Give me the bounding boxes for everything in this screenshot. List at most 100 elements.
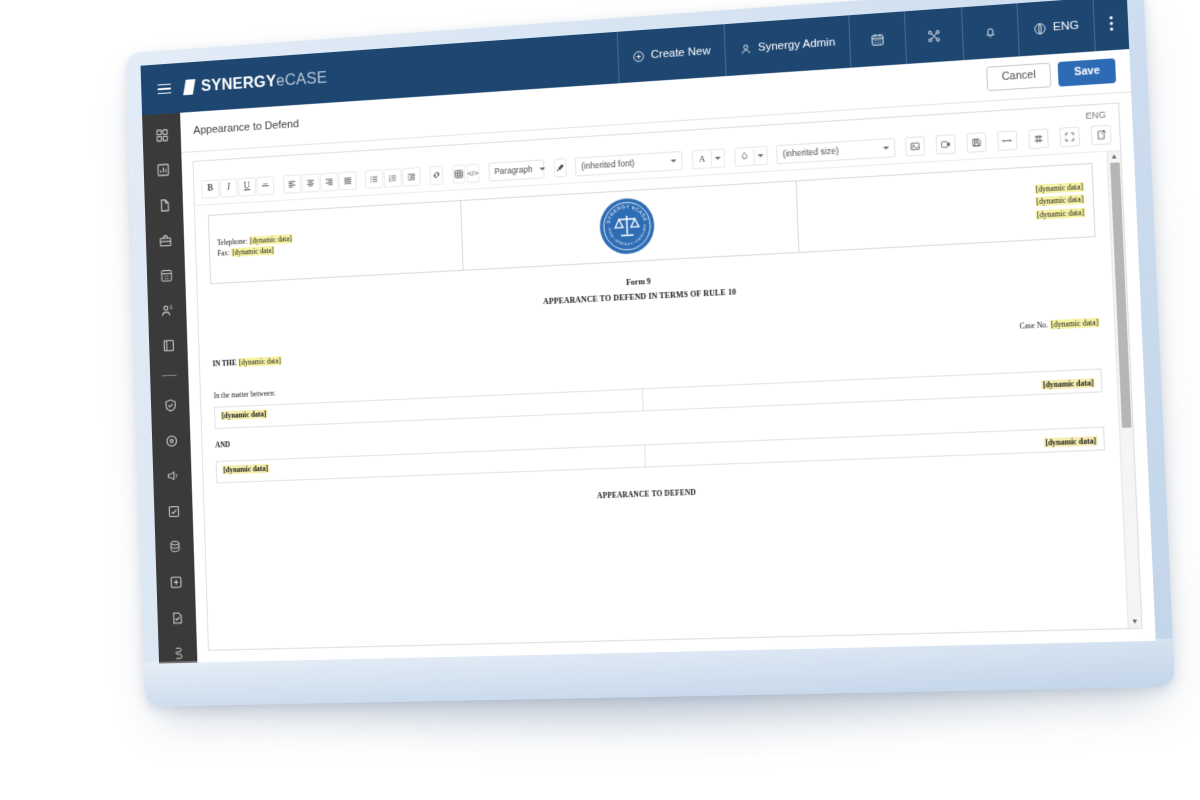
highlight-color-control: [733, 145, 768, 167]
align-left-button[interactable]: [282, 174, 301, 194]
globe-icon: [1033, 21, 1047, 35]
case-number-block: Case No. [dynamic data]: [1019, 317, 1100, 331]
letterhead-line: [dynamic data]: [805, 194, 1085, 223]
in-the-value: [dynamic data]: [237, 355, 282, 367]
nav-calendar[interactable]: [848, 11, 907, 68]
insert-video-button[interactable]: [935, 133, 956, 155]
party-one-table: [dynamic data] [dynamic data]: [214, 368, 1102, 429]
font-size-select[interactable]: (inherited size): [776, 137, 896, 164]
document-scroll-area: Telephone: [dynamic data] Fax: [dynamic …: [195, 150, 1142, 650]
letterhead-line: [dynamic data]: [806, 207, 1086, 235]
calendar-icon: [870, 32, 885, 47]
fax-value: [dynamic data]: [231, 245, 275, 257]
scrollbar-track[interactable]: [1108, 160, 1141, 619]
scroll-up-arrow-icon[interactable]: ▲: [1110, 153, 1118, 161]
in-the-label: IN THE: [212, 358, 237, 368]
paragraph-style-select[interactable]: Paragraph: [488, 159, 545, 182]
link-button[interactable]: [429, 165, 444, 185]
main-content: Appearance to Defend Cancel Save ENG B I…: [180, 49, 1156, 663]
font-family-select[interactable]: (inherited font): [575, 150, 684, 177]
sidebar-item-database[interactable]: [164, 537, 185, 558]
scene: SYNERGYeCASE Create New Synergy Admin EN…: [0, 0, 1200, 800]
export-button[interactable]: [1090, 124, 1112, 146]
insert-table-button[interactable]: [451, 164, 465, 184]
sidebar-item-archive[interactable]: [168, 643, 189, 663]
chevron-down-icon: [539, 167, 545, 171]
cancel-button[interactable]: Cancel: [985, 62, 1052, 91]
case-no-label: Case No.: [1019, 319, 1049, 331]
special-character-button[interactable]: [1028, 128, 1049, 149]
insert-image-button[interactable]: [904, 135, 926, 157]
scroll-down-arrow-icon[interactable]: ▼: [1131, 618, 1139, 625]
party-one-role-cell: [dynamic data]: [642, 368, 1102, 411]
underline-button[interactable]: U: [237, 176, 256, 197]
strikethrough-button[interactable]: [256, 175, 275, 196]
rich-text-editor: ENG B I U </> Paragraph (inherited font)…: [192, 102, 1143, 651]
letterhead-line-2: [dynamic data]: [1035, 194, 1085, 207]
letterhead-line-1: [dynamic data]: [1034, 181, 1085, 194]
horizontal-rule-button[interactable]: [997, 130, 1018, 151]
document-scrollbar[interactable]: ▲ ▼: [1106, 150, 1142, 629]
sidebar-item-library[interactable]: [158, 336, 179, 357]
brand-light-text: eCASE: [275, 68, 328, 90]
letterhead-address-cell: [dynamic data] [dynamic data] [dynamic d…: [795, 163, 1096, 253]
nav-language-label: ENG: [1052, 19, 1080, 34]
bullet-list-button[interactable]: [365, 169, 384, 189]
sidebar-item-announcements[interactable]: [162, 466, 183, 487]
court-and-case-row: IN THE [dynamic data] Case No. [dynamic …: [212, 317, 1100, 368]
logo-text: SYNERGYeCASE: [201, 68, 328, 95]
sidebar-item-compliance[interactable]: [160, 395, 181, 416]
sidebar-item-reports[interactable]: [153, 160, 174, 181]
party-one-role: [dynamic data]: [1041, 377, 1095, 390]
sidebar-item-settings[interactable]: [161, 430, 182, 451]
letterhead-line-3: [dynamic data]: [1035, 207, 1086, 220]
nav-notifications[interactable]: [961, 3, 1019, 61]
sidebar-item-add-new[interactable]: [165, 572, 186, 593]
highlight-color-button[interactable]: [733, 146, 754, 167]
letterhead-line: [dynamic data]: [805, 180, 1085, 209]
app-body: Appearance to Defend Cancel Save ENG B I…: [142, 49, 1156, 664]
sidebar-item-organisation[interactable]: [155, 230, 176, 251]
indent-button[interactable]: [402, 166, 422, 187]
nav-user-account[interactable]: Synergy Admin: [723, 15, 851, 77]
nav-create-new[interactable]: Create New: [616, 24, 726, 84]
sidebar-item-dashboard[interactable]: [151, 125, 172, 146]
align-right-button[interactable]: [319, 171, 338, 192]
scrollbar-thumb[interactable]: [1110, 161, 1132, 428]
font-size-value: (inherited size): [782, 145, 839, 160]
tablet-screen: SYNERGYeCASE Create New Synergy Admin EN…: [140, 0, 1156, 664]
bold-button[interactable]: B: [201, 179, 220, 199]
text-color-dropdown[interactable]: [710, 148, 726, 168]
sidebar-item-forms[interactable]: [166, 608, 187, 629]
nav-workflow[interactable]: [903, 7, 964, 65]
bell-icon: [983, 25, 997, 39]
party-two-name-cell: [dynamic data]: [216, 444, 646, 483]
sidebar-item-calendar[interactable]: [156, 265, 177, 286]
chevron-down-icon: [714, 156, 721, 160]
toolbar-group-alignment: [282, 170, 357, 194]
document-body[interactable]: Telephone: [dynamic data] Fax: [dynamic …: [195, 151, 1128, 650]
align-justify-button[interactable]: [338, 170, 357, 191]
align-center-button[interactable]: [301, 173, 320, 193]
insert-file-button[interactable]: [966, 131, 987, 153]
save-button[interactable]: Save: [1058, 58, 1117, 87]
sidebar-item-tasks[interactable]: [163, 501, 184, 522]
sidebar-item-contacts[interactable]: [157, 300, 178, 321]
sidebar-item-documents[interactable]: [154, 195, 175, 216]
text-color-button[interactable]: A: [691, 148, 712, 170]
in-the-block: IN THE [dynamic data]: [212, 355, 282, 368]
logo-mark-icon: [183, 79, 196, 95]
clear-formatting-button[interactable]: [553, 157, 567, 178]
app-logo[interactable]: SYNERGYeCASE: [183, 68, 328, 96]
nav-more-menu[interactable]: [1092, 0, 1130, 52]
highlight-color-dropdown[interactable]: [752, 145, 768, 166]
hamburger-icon[interactable]: [157, 83, 172, 95]
italic-button[interactable]: I: [219, 178, 238, 198]
fullscreen-button[interactable]: [1059, 126, 1081, 147]
numbered-list-button[interactable]: [383, 167, 403, 188]
sidebar-divider: [161, 374, 177, 377]
editor-language-label: ENG: [1085, 109, 1107, 121]
font-family-value: (inherited font): [581, 158, 635, 172]
source-code-button[interactable]: </>: [466, 163, 480, 183]
nav-language[interactable]: ENG: [1016, 0, 1095, 57]
